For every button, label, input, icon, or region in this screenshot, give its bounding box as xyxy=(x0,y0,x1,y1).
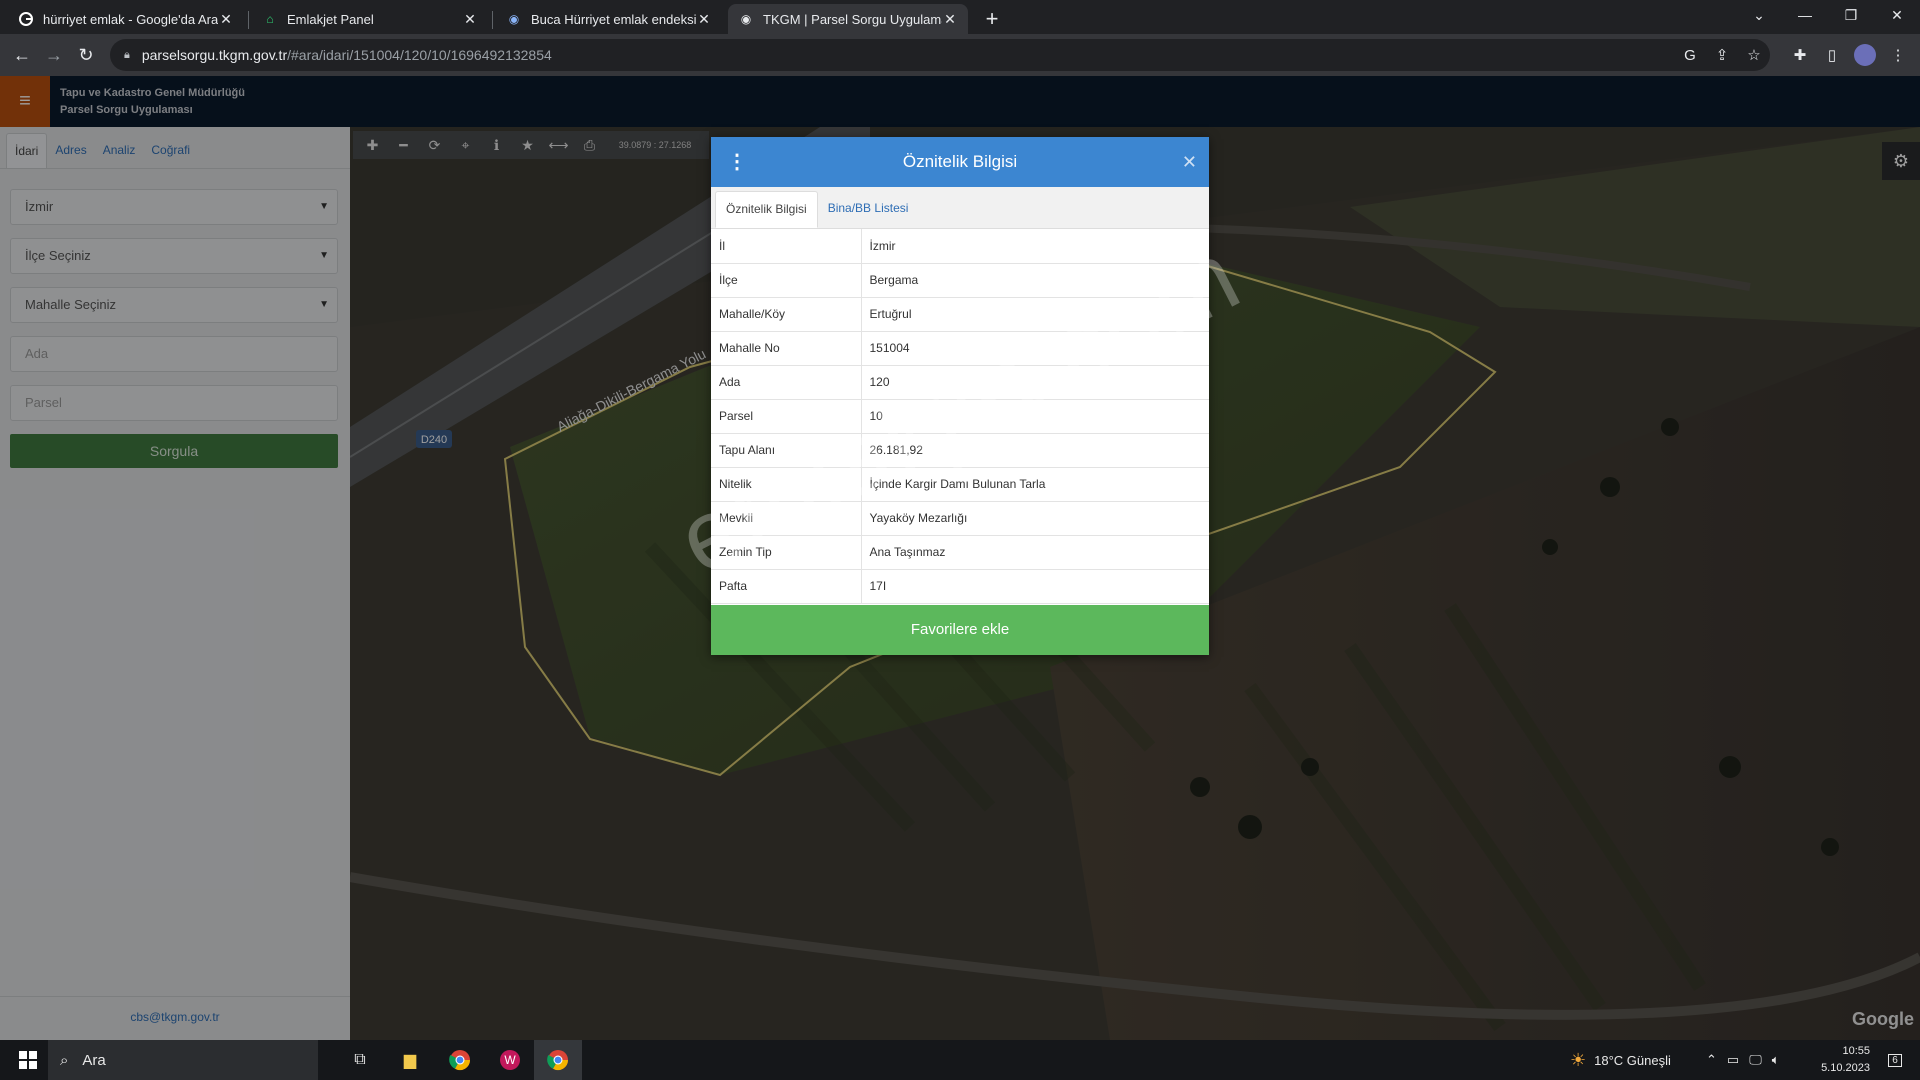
tab-title: Buca Hürriyet emlak endeksi & E xyxy=(531,11,696,27)
browser-tab-buca[interactable]: ◉ Buca Hürriyet emlak endeksi & E ✕ xyxy=(496,4,722,34)
modal-header: ⋮ Öznitelik Bilgisi ✕ xyxy=(711,137,1209,187)
browser-tab-emlakjet[interactable]: ⌂ Emlakjet Panel ✕ xyxy=(252,4,488,34)
modal-title: Öznitelik Bilgisi xyxy=(902,152,1018,171)
map-pin-icon: ◉ xyxy=(508,12,520,26)
attribute-value: Yayaköy Mezarlığı xyxy=(861,501,1209,536)
close-icon[interactable]: ✕ xyxy=(1182,137,1197,187)
browser-toolbar: ← → ↻ 🔒︎ parselsorgu.tkgm.gov.tr/#ara/id… xyxy=(0,34,1920,76)
tab-bina-listesi[interactable]: Bina/BB Listesi xyxy=(818,191,919,228)
browser-tab-tkgm[interactable]: ◉ TKGM | Parsel Sorgu Uygulaması ✕ xyxy=(728,4,968,34)
search-label: Ara xyxy=(82,1051,106,1069)
tab-title: Emlakjet Panel xyxy=(287,11,374,27)
minimize-button[interactable]: — xyxy=(1782,0,1828,30)
profile-avatar[interactable] xyxy=(1854,44,1876,66)
weather-widget[interactable]: ☀ 18°C Güneşli xyxy=(1570,1040,1671,1080)
share-icon[interactable]: ⇪ xyxy=(1706,46,1738,64)
weather-text: 18°C Güneşli xyxy=(1594,1052,1671,1068)
vivaldi-icon[interactable]: W xyxy=(490,1040,530,1080)
task-view-icon[interactable]: ⧉ xyxy=(340,1040,380,1080)
chevron-up-icon[interactable]: ⌃ xyxy=(1706,1052,1717,1068)
tab-oznitelik-bilgisi[interactable]: Öznitelik Bilgisi xyxy=(715,191,818,228)
extensions-icon[interactable]: ✚ xyxy=(1784,46,1816,64)
side-panel-icon[interactable]: ▯ xyxy=(1816,46,1848,64)
google-lens-icon[interactable]: G xyxy=(1674,47,1706,64)
close-icon[interactable]: ✕ xyxy=(942,11,958,28)
back-icon[interactable]: ← xyxy=(8,41,36,69)
attribute-value: 17I xyxy=(861,569,1209,604)
new-tab-button[interactable]: + xyxy=(978,6,1006,34)
modal-tabs: Öznitelik Bilgisi Bina/BB Listesi xyxy=(711,187,1209,229)
lock-icon: 🔒︎ xyxy=(124,48,130,61)
map-pin-icon: ◉ xyxy=(740,12,752,26)
attribute-key: Mahalle No xyxy=(711,331,862,366)
forward-icon[interactable]: → xyxy=(40,41,68,69)
emlakjet-icon: ⌂ xyxy=(266,12,274,26)
close-icon[interactable]: ✕ xyxy=(218,11,234,28)
close-icon[interactable]: ✕ xyxy=(696,11,712,28)
tab-title: hürriyet emlak - Google'da Ara xyxy=(43,11,218,27)
page-content: ≡ Tapu ve Kadastro Genel Müdürlüğü Parse… xyxy=(0,76,1920,1040)
taskbar-search[interactable]: ⌕ Ara xyxy=(48,1040,318,1080)
network-icon[interactable]: 🖵︎ xyxy=(1749,1052,1762,1068)
file-explorer-icon[interactable]: ▆ xyxy=(390,1040,430,1080)
attribute-key: Ada xyxy=(711,365,862,400)
attribute-key: İl xyxy=(711,229,862,264)
tab-title: TKGM | Parsel Sorgu Uygulaması xyxy=(763,11,942,27)
svg-text:W: W xyxy=(504,1053,516,1067)
system-tray: ⌃ ▭ 🖵︎ 🔈︎ xyxy=(1706,1040,1780,1080)
attribute-value: Ana Taşınmaz xyxy=(861,535,1209,570)
close-icon[interactable]: ✕ xyxy=(462,11,478,28)
notification-count: 6 xyxy=(1888,1053,1902,1067)
browser-tab-google[interactable]: hürriyet emlak - Google'da Ara ✕ xyxy=(8,4,244,34)
chrome-icon[interactable] xyxy=(440,1040,480,1080)
add-favorite-button[interactable]: Favorilere ekle xyxy=(711,605,1209,655)
menu-kebab-icon[interactable]: ⋮ xyxy=(1882,46,1914,64)
close-window-button[interactable]: ✕ xyxy=(1874,0,1920,30)
google-icon xyxy=(18,11,34,27)
reload-icon[interactable]: ↻ xyxy=(72,41,100,69)
meet-icon[interactable]: ▭ xyxy=(1727,1052,1739,1068)
attribute-key: İlçe xyxy=(711,263,862,298)
attribute-key: Mahalle/Köy xyxy=(711,297,862,332)
windows-taskbar: ⌕ Ara ⧉ ▆ W ☀ 18°C Güneşli ⌃ ▭ 🖵︎ 🔈︎ 10:… xyxy=(0,1040,1920,1080)
clock-date: 5.10.2023 xyxy=(1821,1062,1870,1074)
url-host: parselsorgu.tkgm.gov.tr xyxy=(141,47,288,63)
windows-start-icon[interactable] xyxy=(8,1040,48,1080)
chrome-active-icon[interactable] xyxy=(534,1040,582,1080)
tab-search-icon[interactable]: ⌄ xyxy=(1736,0,1782,30)
bookmark-star-icon[interactable]: ☆ xyxy=(1738,46,1770,64)
volume-icon[interactable]: 🔈︎ xyxy=(1772,1052,1780,1068)
url-path: /#ara/idari/151004/120/10/1696492132854 xyxy=(287,47,552,63)
restore-button[interactable]: ❐ xyxy=(1828,0,1874,30)
browser-tab-bar: hürriyet emlak - Google'da Ara ✕ ⌂ Emlak… xyxy=(0,0,1920,34)
clock-time: 10:55 xyxy=(1842,1045,1870,1057)
attribute-row: Pafta 17I xyxy=(711,569,1209,604)
search-icon: ⌕ xyxy=(60,1051,69,1069)
sun-cloud-icon: ☀ xyxy=(1570,1049,1587,1070)
clock[interactable]: 10:55 5.10.2023 xyxy=(1821,1043,1870,1077)
notification-icon[interactable]: 6 xyxy=(1880,1040,1910,1080)
address-bar[interactable]: 🔒︎ parselsorgu.tkgm.gov.tr/#ara/idari/15… xyxy=(110,39,1770,71)
